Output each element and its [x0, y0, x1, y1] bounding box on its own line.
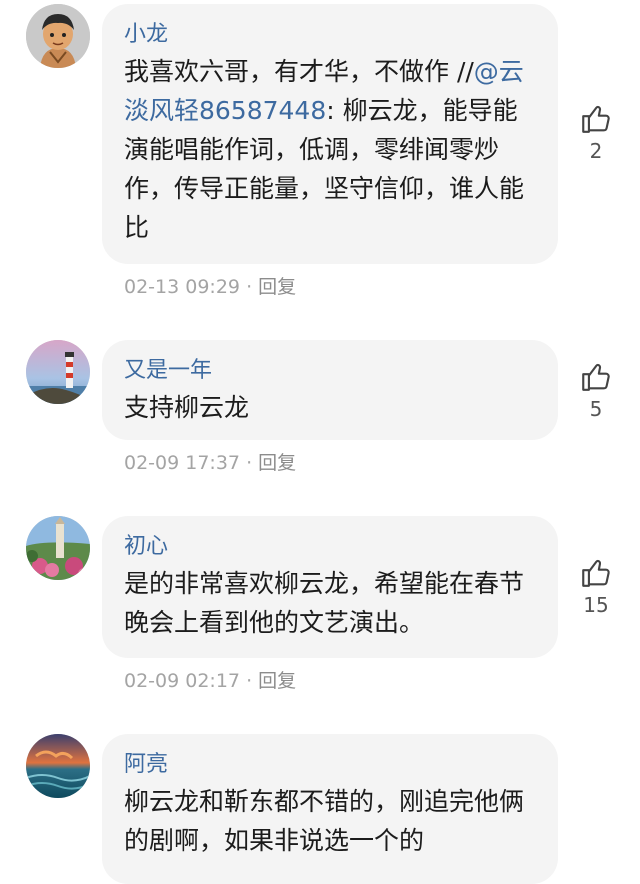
comment-time: 02-09 02:17	[124, 670, 241, 692]
lighthouse-avatar-icon	[26, 340, 90, 404]
comment-username[interactable]: 阿亮	[124, 748, 536, 782]
comment-bubble: 初心 是的非常喜欢柳云龙，希望能在春节晚会上看到他的文艺演出。	[102, 516, 558, 658]
comment-meta: 02-13 09:29 · 回复	[124, 275, 296, 299]
meta-separator: ·	[246, 670, 253, 692]
comment-bubble: 又是一年 支持柳云龙	[102, 340, 558, 440]
like-count: 2	[589, 139, 603, 163]
avatar[interactable]	[26, 516, 90, 580]
ocean-sunset-avatar-icon	[26, 734, 90, 798]
like-button[interactable]: 2	[574, 102, 618, 164]
comment-bubble: 小龙 我喜欢六哥，有才华，不做作 //@云淡风轻86587448: 柳云龙，能导…	[102, 4, 558, 264]
avatar[interactable]	[26, 340, 90, 404]
reply-button[interactable]: 回复	[258, 276, 296, 298]
comment-meta: 02-09 02:17 · 回复	[124, 669, 296, 693]
comment-time: 02-09 17:37	[124, 452, 241, 474]
comment-time: 02-13 09:29	[124, 276, 241, 298]
comment-text: 柳云龙和靳东都不错的，刚追完他俩的剧啊，如果非说选一个的	[124, 787, 525, 855]
comment-text: 支持柳云龙	[124, 393, 250, 422]
avatar[interactable]	[26, 4, 90, 68]
comment-meta: 02-09 17:37 · 回复	[124, 451, 296, 475]
reply-button[interactable]: 回复	[258, 452, 296, 474]
comment-text-part: 我喜欢六哥，有才华，不做作 //	[124, 57, 474, 86]
avatar[interactable]	[26, 734, 90, 798]
tower-flowers-avatar-icon	[26, 516, 90, 580]
comment-username[interactable]: 又是一年	[124, 354, 536, 388]
comment-username[interactable]: 小龙	[124, 18, 536, 52]
like-button[interactable]: 15	[574, 556, 618, 618]
cartoon-boy-avatar-icon	[26, 4, 90, 68]
comment-text: 我喜欢六哥，有才华，不做作 //@云淡风轻86587448: 柳云龙，能导能演能…	[124, 52, 536, 247]
meta-separator: ·	[246, 452, 253, 474]
reply-button[interactable]: 回复	[258, 670, 296, 692]
comment-text: 是的非常喜欢柳云龙，希望能在春节晚会上看到他的文艺演出。	[124, 569, 525, 637]
like-count: 15	[583, 593, 609, 617]
like-count: 5	[589, 397, 603, 421]
comment-username[interactable]: 初心	[124, 530, 536, 564]
thumbs-up-icon	[582, 105, 610, 133]
like-button[interactable]: 5	[574, 360, 618, 422]
thumbs-up-icon	[582, 363, 610, 391]
thumbs-up-icon	[582, 559, 610, 587]
meta-separator: ·	[246, 276, 253, 298]
